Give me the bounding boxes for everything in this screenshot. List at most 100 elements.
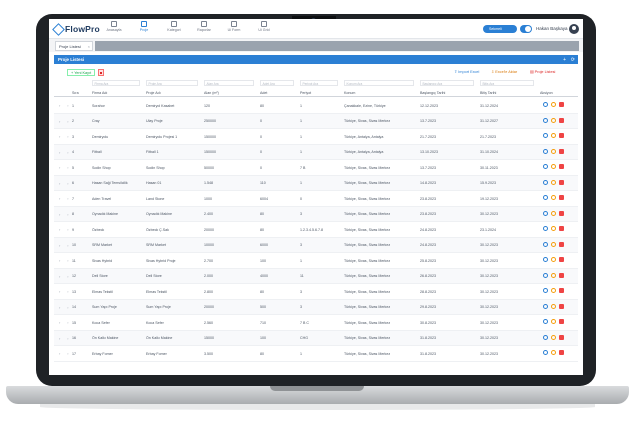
table-row[interactable]: › ▫ 15 Koca Sefer Koca Sefer 2.560 710 7 B C Tür… [54,315,578,331]
eye-icon[interactable] [543,319,548,324]
table-row[interactable]: › ▫ 11 Sivas Hybrid Sivas Hybrid Proje 2.700 1… [54,253,578,269]
chevron-right-icon[interactable]: › [59,351,60,356]
trash-icon[interactable] [559,164,564,169]
row-checkbox[interactable]: ▫ [67,196,68,201]
filter-input[interactable]: Alan Ara [204,80,254,86]
table-row[interactable]: › ▫ 3 Demiryolu Demiryolu Projesi 1 150000 0 1 T… [54,129,578,145]
table-row[interactable]: › ▫ 5 Sodin Shop Sodin Shop 50000 0 7 B Türkiye,… [54,160,578,176]
eye-icon[interactable] [543,350,548,355]
column-header[interactable]: Başlangıç Tarihi [420,91,478,95]
trash-icon[interactable] [559,148,564,154]
eye-icon[interactable] [543,226,548,231]
trash-icon[interactable] [559,334,564,340]
trash-icon[interactable] [559,226,564,231]
close-icon[interactable]: × [88,44,90,49]
avatar[interactable] [569,24,579,34]
trash-icon[interactable] [559,241,564,247]
eye-icon[interactable] [543,334,548,340]
table-row[interactable]: › ▫ 14 Sum Yapı Proje Sum Yapı Proje 20000 500… [54,299,578,315]
edit-icon[interactable] [551,164,556,169]
chevron-right-icon[interactable]: › [59,320,60,325]
edit-icon[interactable] [551,319,556,324]
table-row[interactable]: › ▫ 9 Özbeck Özbeck Ç.Sak 20000 80 1.2.3.4.5.6.… [54,222,578,238]
filter-input[interactable]: Adet Ara [260,80,294,86]
row-checkbox[interactable]: ▫ [67,165,68,170]
row-checkbox[interactable]: ▫ [67,181,68,186]
export-excel-button[interactable]: ⇩ Excel'e Aktar [491,69,517,74]
import-excel-button[interactable]: ⇪ Import Excel [454,69,479,74]
edit-icon[interactable] [551,102,556,107]
table-row[interactable]: › ▫ 4 Fitball Fitball 1 150000 0 1 Türkiye, Anta… [54,144,578,160]
tab-proje-listesi[interactable]: Proje Listesi × [55,41,93,51]
eye-icon[interactable] [543,102,548,107]
column-header[interactable]: Firma Adı [92,91,144,95]
chevron-right-icon[interactable]: › [59,150,60,155]
delete-selected-button[interactable] [98,69,104,76]
eye-icon[interactable] [543,179,548,185]
chevron-right-icon[interactable]: › [59,119,60,124]
edit-icon[interactable] [551,272,556,278]
column-header[interactable]: Sıra [72,91,90,95]
eye-icon[interactable] [543,148,548,154]
filter-input[interactable]: Proje Ara [146,80,198,86]
row-checkbox[interactable]: ▫ [67,289,68,294]
edit-icon[interactable] [551,257,556,262]
table-row[interactable]: › ▫ 6 Hasan Saği Temsilcilik Hasan 01 1.548 11… [54,175,578,191]
chevron-right-icon[interactable]: › [59,227,60,232]
eye-icon[interactable] [543,210,548,216]
row-checkbox[interactable]: ▫ [67,258,68,263]
table-row[interactable]: › ▫ 10 SRM Market SRM Market 10000 6000 3 Türkiy… [54,237,578,253]
edit-icon[interactable] [551,350,556,355]
table-row[interactable]: › ▫ 1 Sorahor Demiryol Kasabet 120 80 1 Çanakkal… [54,98,578,114]
row-checkbox[interactable]: ▫ [67,336,68,341]
table-row[interactable]: › ▫ 7 Aden Travel Land Stone 1000 6004 0 Türkiye… [54,191,578,207]
nav-item-ui-form[interactable]: Ui Form [221,21,247,32]
trash-icon[interactable] [559,350,564,355]
view-mode-toggle[interactable]: Sekmeli [483,25,517,33]
trash-icon[interactable] [559,319,564,324]
project-list-button[interactable]: ▤ Proje Listesi [530,69,555,74]
table-row[interactable]: › ▫ 2 Cray Ulay Proje 250000 0 1 Türkiye, Sivas,… [54,113,578,129]
trash-icon[interactable] [559,133,564,138]
row-checkbox[interactable]: ▫ [67,103,68,108]
column-header[interactable]: Bitiş Tarihi [480,91,538,95]
row-checkbox[interactable]: ▫ [67,320,68,325]
nav-item-proje[interactable]: Proje [131,21,157,32]
chevron-right-icon[interactable]: › [59,181,60,186]
edit-icon[interactable] [551,288,556,293]
row-checkbox[interactable]: ▫ [67,227,68,232]
eye-icon[interactable] [543,133,548,138]
edit-icon[interactable] [551,195,556,200]
edit-icon[interactable] [551,179,556,185]
eye-icon[interactable] [543,241,548,247]
trash-icon[interactable] [559,102,564,107]
edit-icon[interactable] [551,117,556,123]
chevron-right-icon[interactable]: › [59,196,60,201]
chevron-right-icon[interactable]: › [59,289,60,294]
row-checkbox[interactable]: ▫ [67,212,68,217]
filter-input[interactable]: Konum Ara [344,80,414,86]
chevron-right-icon[interactable]: › [59,336,60,341]
nav-item-kategori[interactable]: Kategori [161,21,187,32]
nav-item-ui-grid[interactable]: Ui Grid [251,21,277,32]
chevron-right-icon[interactable]: › [59,274,60,279]
eye-icon[interactable] [543,257,548,262]
eye-icon[interactable] [543,164,548,169]
column-header[interactable]: Aksiyon [540,91,570,95]
refresh-icon[interactable]: ⟳ [571,57,575,63]
edit-icon[interactable] [551,303,556,309]
trash-icon[interactable] [559,257,564,262]
edit-icon[interactable] [551,210,556,216]
trash-icon[interactable] [559,117,564,123]
chevron-right-icon[interactable]: › [59,243,60,248]
eye-icon[interactable] [543,288,548,293]
chevron-right-icon[interactable]: › [59,305,60,310]
trash-icon[interactable] [559,179,564,185]
edit-icon[interactable] [551,226,556,231]
table-row[interactable]: › ▫ 8 Oynadık Makine Oynadık Makine 2.400 80 3 T… [54,206,578,222]
chevron-right-icon[interactable]: › [59,258,60,263]
table-row[interactable]: › ▫ 13 Elmas Tekstil Elmas Tekstil 2.800 80 3 Tü… [54,284,578,300]
column-header[interactable]: Proje Adı [146,91,202,95]
chevron-right-icon[interactable]: › [59,212,60,217]
plus-icon[interactable]: + [563,57,566,63]
